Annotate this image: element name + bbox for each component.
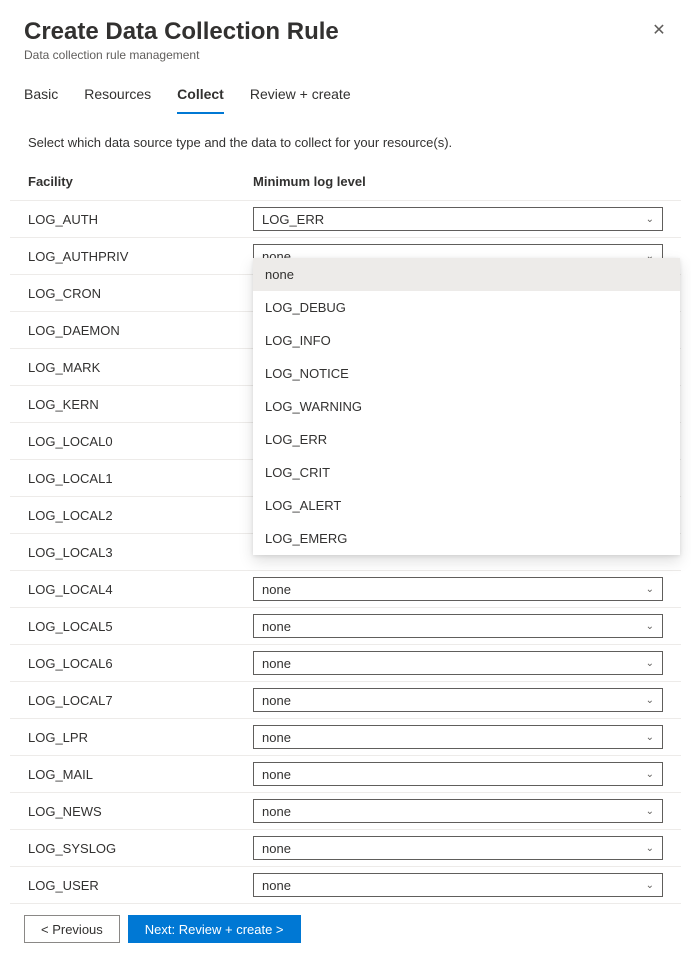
- table-row: LOG_LOCAL6 none ⌄: [10, 645, 681, 682]
- log-level-select[interactable]: LOG_ERR ⌄: [253, 207, 663, 231]
- facility-label: LOG_LOCAL4: [28, 582, 253, 597]
- facility-label: LOG_LOCAL0: [28, 434, 253, 449]
- select-value: none: [262, 619, 291, 634]
- table-row: LOG_NEWS none ⌄: [10, 793, 681, 830]
- dropdown-option[interactable]: LOG_ALERT: [253, 489, 680, 522]
- facility-label: LOG_SYSLOG: [28, 841, 253, 856]
- column-header-level: Minimum log level: [253, 174, 663, 189]
- table-row: LOG_LPR none ⌄: [10, 719, 681, 756]
- dropdown-option[interactable]: LOG_NOTICE: [253, 357, 680, 390]
- tab-basic[interactable]: Basic: [24, 86, 58, 114]
- chevron-down-icon: ⌄: [646, 695, 654, 706]
- chevron-down-icon: ⌄: [646, 732, 654, 743]
- tab-review-create[interactable]: Review + create: [250, 86, 351, 114]
- log-level-select[interactable]: none ⌄: [253, 873, 663, 897]
- log-level-select[interactable]: none ⌄: [253, 799, 663, 823]
- select-value: none: [262, 656, 291, 671]
- chevron-down-icon: ⌄: [646, 806, 654, 817]
- select-value: none: [262, 693, 291, 708]
- dropdown-option[interactable]: LOG_CRIT: [253, 456, 680, 489]
- dropdown-option[interactable]: LOG_EMERG: [253, 522, 680, 555]
- table-row: LOG_MAIL none ⌄: [10, 756, 681, 793]
- page-title: Create Data Collection Rule: [24, 18, 667, 46]
- log-level-select[interactable]: none ⌄: [253, 651, 663, 675]
- facility-label: LOG_MAIL: [28, 767, 253, 782]
- dropdown-option[interactable]: LOG_DEBUG: [253, 291, 680, 324]
- chevron-down-icon: ⌄: [646, 769, 654, 780]
- chevron-down-icon: ⌄: [646, 214, 654, 225]
- description-text: Select which data source type and the da…: [0, 115, 691, 164]
- facility-label: LOG_LOCAL2: [28, 508, 253, 523]
- log-level-select[interactable]: none ⌄: [253, 762, 663, 786]
- chevron-down-icon: ⌄: [646, 880, 654, 891]
- chevron-down-icon: ⌄: [646, 843, 654, 854]
- facility-label: LOG_KERN: [28, 397, 253, 412]
- table-row: LOG_USER none ⌄: [10, 867, 681, 904]
- next-button[interactable]: Next: Review + create >: [128, 915, 301, 943]
- tab-bar: Basic Resources Collect Review + create: [0, 72, 691, 115]
- chevron-down-icon: ⌄: [646, 621, 654, 632]
- facility-label: LOG_AUTH: [28, 212, 253, 227]
- dropdown-option[interactable]: LOG_INFO: [253, 324, 680, 357]
- log-level-select[interactable]: none ⌄: [253, 688, 663, 712]
- dropdown-option[interactable]: none: [253, 258, 680, 291]
- facility-label: LOG_LOCAL3: [28, 545, 253, 560]
- facility-label: LOG_MARK: [28, 360, 253, 375]
- log-level-select[interactable]: none ⌄: [253, 836, 663, 860]
- select-value: none: [262, 730, 291, 745]
- select-value: none: [262, 582, 291, 597]
- select-value: none: [262, 767, 291, 782]
- dropdown-option[interactable]: LOG_ERR: [253, 423, 680, 456]
- facility-label: LOG_NEWS: [28, 804, 253, 819]
- dropdown-option[interactable]: LOG_WARNING: [253, 390, 680, 423]
- close-icon: ✕: [652, 20, 665, 40]
- facility-label: LOG_LOCAL5: [28, 619, 253, 634]
- facility-label: LOG_DAEMON: [28, 323, 253, 338]
- table-row: LOG_LOCAL7 none ⌄: [10, 682, 681, 719]
- tab-collect[interactable]: Collect: [177, 86, 224, 114]
- select-value: LOG_ERR: [262, 212, 324, 227]
- table-row: LOG_SYSLOG none ⌄: [10, 830, 681, 867]
- facility-label: LOG_CRON: [28, 286, 253, 301]
- table-row: LOG_LOCAL5 none ⌄: [10, 608, 681, 645]
- facility-label: LOG_LOCAL6: [28, 656, 253, 671]
- facility-label: LOG_LOCAL1: [28, 471, 253, 486]
- log-level-dropdown[interactable]: noneLOG_DEBUGLOG_INFOLOG_NOTICELOG_WARNI…: [253, 258, 680, 555]
- facility-label: LOG_LOCAL7: [28, 693, 253, 708]
- chevron-down-icon: ⌄: [646, 658, 654, 669]
- log-level-select[interactable]: none ⌄: [253, 725, 663, 749]
- chevron-down-icon: ⌄: [646, 584, 654, 595]
- log-level-select[interactable]: none ⌄: [253, 614, 663, 638]
- facility-label: LOG_AUTHPRIV: [28, 249, 253, 264]
- page-subtitle: Data collection rule management: [24, 48, 667, 62]
- close-button[interactable]: ✕: [647, 18, 671, 42]
- select-value: none: [262, 878, 291, 893]
- select-value: none: [262, 841, 291, 856]
- table-row: LOG_AUTH LOG_ERR ⌄: [10, 201, 681, 238]
- tab-resources[interactable]: Resources: [84, 86, 151, 114]
- facility-label: LOG_LPR: [28, 730, 253, 745]
- log-level-select[interactable]: none ⌄: [253, 577, 663, 601]
- table-row: LOG_LOCAL4 none ⌄: [10, 571, 681, 608]
- table-header-row: Facility Minimum log level: [10, 164, 681, 201]
- previous-button[interactable]: < Previous: [24, 915, 120, 943]
- column-header-facility: Facility: [28, 174, 253, 189]
- select-value: none: [262, 804, 291, 819]
- facility-label: LOG_USER: [28, 878, 253, 893]
